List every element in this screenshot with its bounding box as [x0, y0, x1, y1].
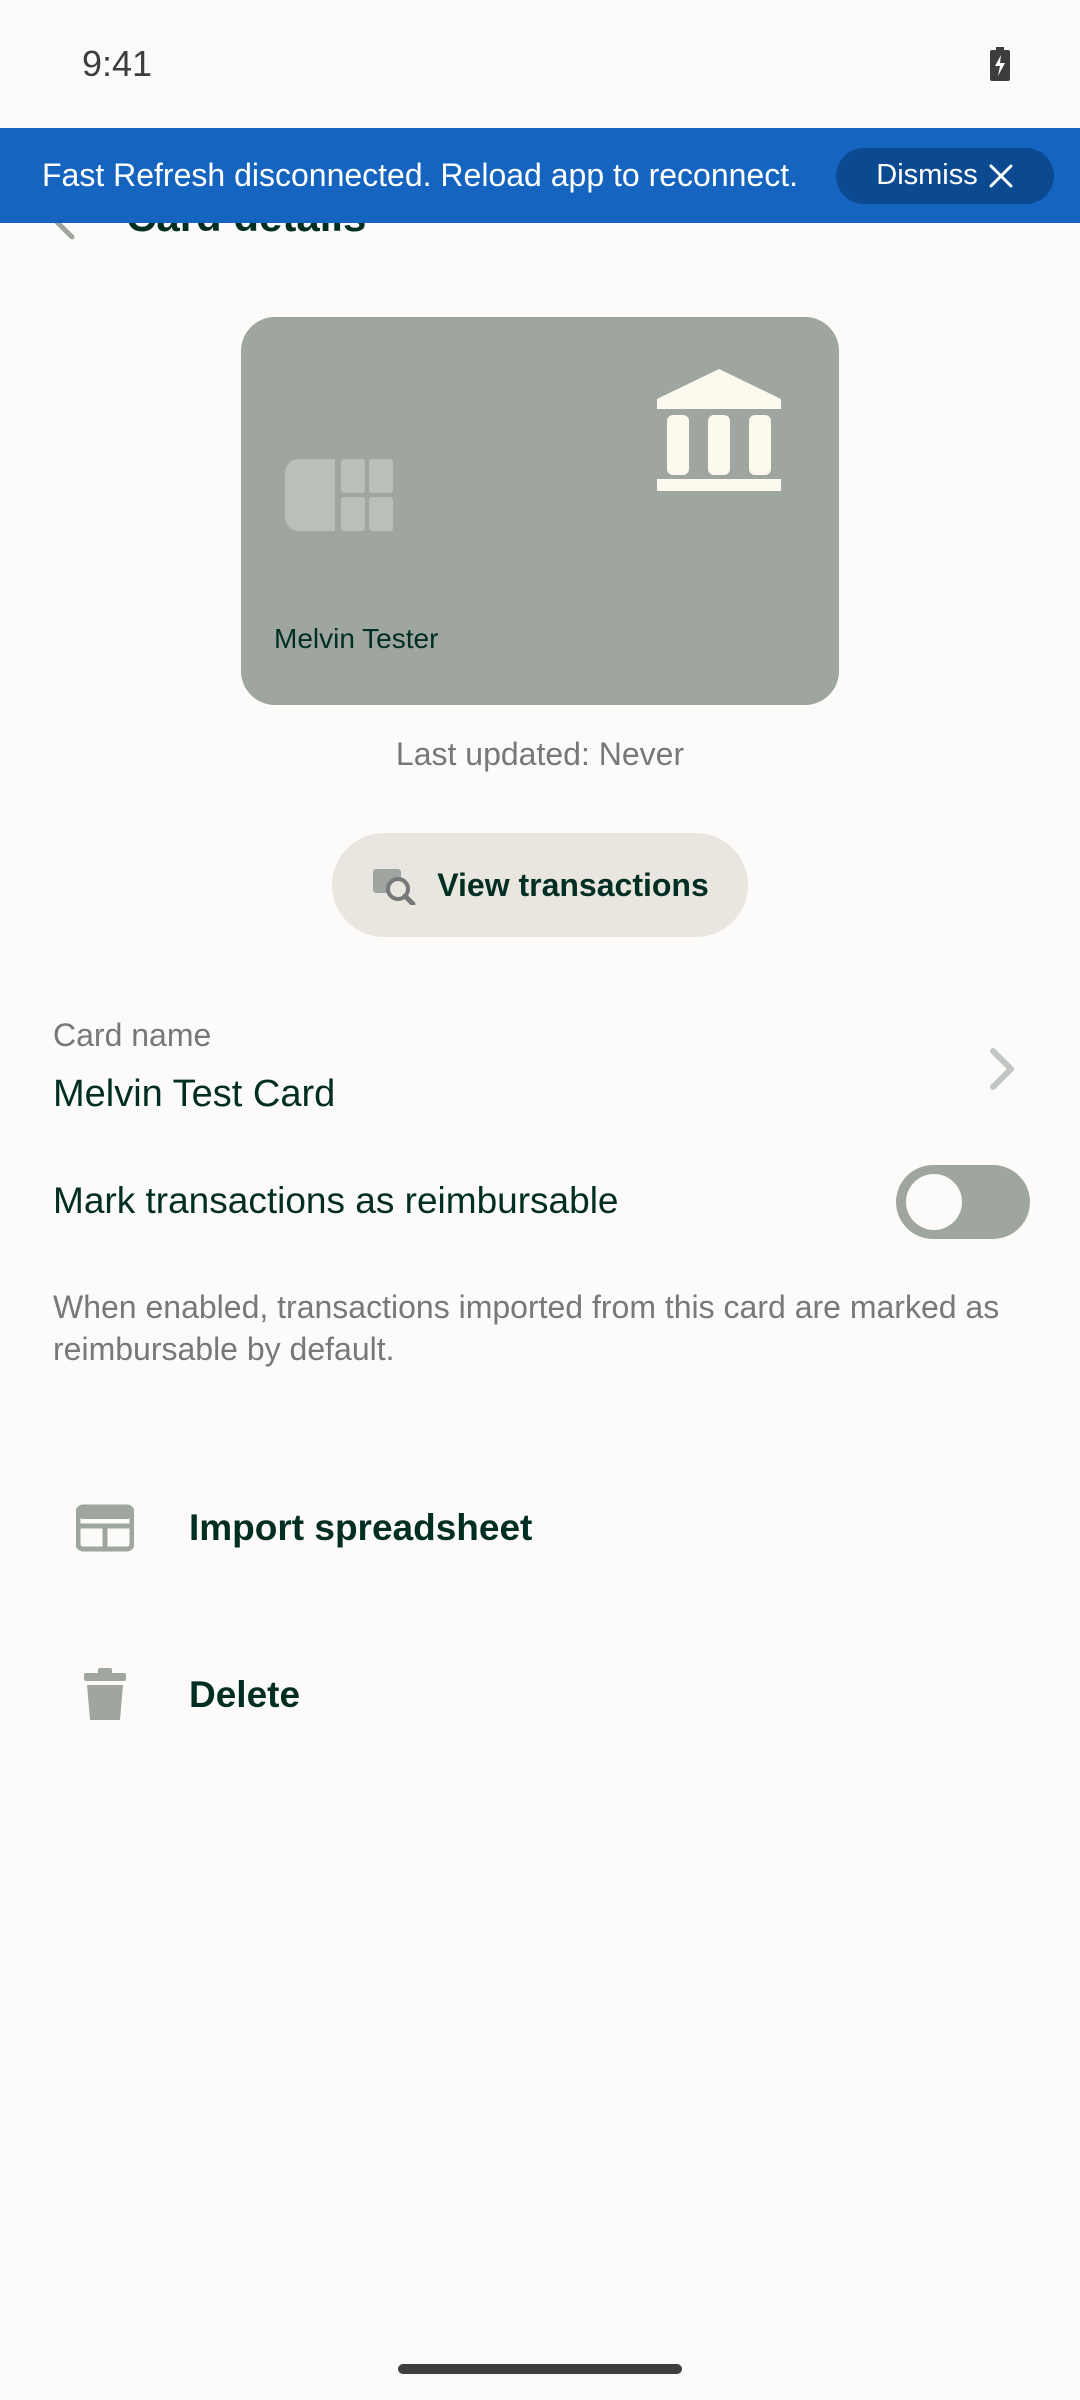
battery-charging-icon	[990, 47, 1010, 81]
delete-button[interactable]: Delete	[0, 1630, 1080, 1760]
import-spreadsheet-button[interactable]: Import spreadsheet	[0, 1463, 1080, 1593]
card-name-label: Card name	[53, 1017, 212, 1053]
delete-label: Delete	[189, 1674, 301, 1715]
reimbursable-help-text: When enabled, transactions imported from…	[53, 1289, 1000, 1367]
receipt-search-icon	[373, 869, 416, 905]
view-transactions-label: View transactions	[437, 866, 709, 903]
dismiss-button[interactable]: Dismiss	[836, 147, 1054, 204]
dismiss-label: Dismiss	[876, 159, 978, 191]
reimbursable-label: Mark transactions as reimbursable	[53, 1180, 619, 1221]
reimbursable-toggle[interactable]	[896, 1165, 1030, 1239]
reimbursable-row: Mark transactions as reimbursable	[0, 1150, 1080, 1250]
card-name-value: Melvin Test Card	[53, 1073, 336, 1115]
trash-icon	[84, 1668, 126, 1720]
payment-card: Melvin Tester	[241, 317, 839, 705]
status-time: 9:41	[82, 43, 153, 84]
view-transactions-button[interactable]: View transactions	[332, 833, 748, 937]
toggle-knob	[906, 1174, 962, 1230]
close-icon	[989, 164, 1013, 187]
card-holder-name: Melvin Tester	[274, 623, 439, 654]
chevron-right-icon	[990, 1048, 1014, 1090]
table-icon	[76, 1504, 134, 1552]
import-spreadsheet-label: Import spreadsheet	[189, 1507, 533, 1548]
last-updated-text: Last updated: Never	[395, 736, 685, 772]
fast-refresh-banner: Fast Refresh disconnected. Reload app to…	[0, 128, 1080, 223]
bank-icon	[657, 369, 781, 491]
card-chip-icon	[285, 459, 393, 531]
home-indicator[interactable]	[398, 2364, 682, 2374]
status-bar: 9:41	[0, 0, 1080, 128]
card-name-row[interactable]: Card name Melvin Test Card	[0, 1005, 1080, 1125]
banner-message: Fast Refresh disconnected. Reload app to…	[42, 157, 798, 193]
